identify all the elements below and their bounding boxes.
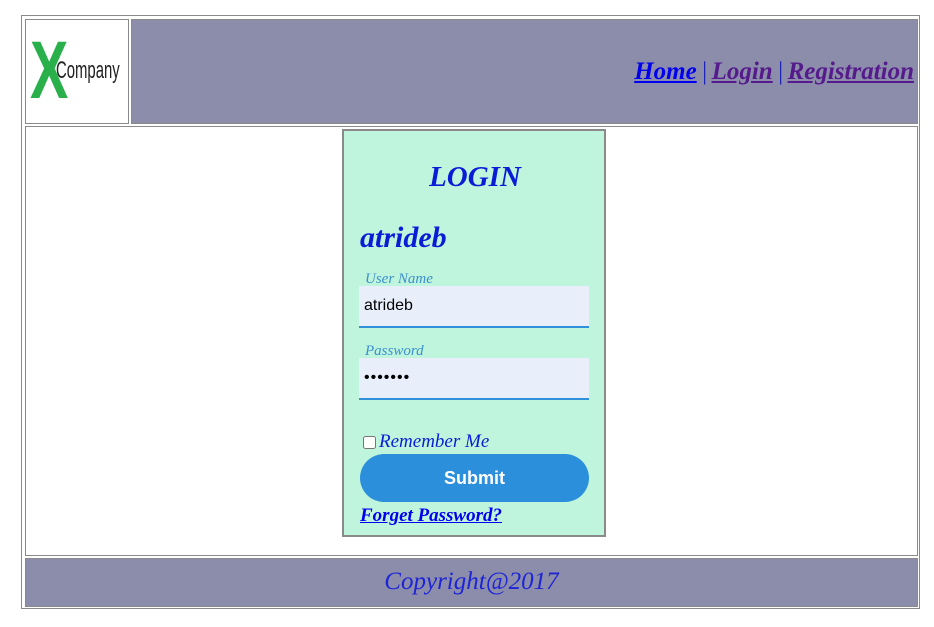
- nav-link-registration[interactable]: Registration: [788, 58, 914, 85]
- username-heading: atrideb: [360, 221, 447, 254]
- password-input[interactable]: [359, 358, 589, 400]
- submit-button[interactable]: Submit: [360, 454, 589, 502]
- page-frame: X Company Home | Login | Registration LOGIN …: [21, 15, 920, 609]
- header-bar: Home | Login | Registration: [131, 19, 918, 124]
- nav-link-home[interactable]: Home: [634, 58, 697, 85]
- remember-me[interactable]: Remember Me: [363, 431, 489, 453]
- remember-me-label: Remember Me: [379, 431, 490, 452]
- nav-separator: |: [776, 58, 784, 85]
- login-panel: LOGIN atrideb User Name Password Remembe…: [342, 129, 606, 537]
- footer-bar: Copyright@2017: [25, 558, 918, 607]
- username-input[interactable]: [359, 286, 589, 328]
- login-title: LOGIN: [429, 161, 521, 193]
- company-logo: X Company: [30, 30, 126, 112]
- nav-link-login[interactable]: Login: [712, 58, 773, 85]
- top-navigation: Home | Login | Registration: [634, 58, 914, 86]
- logo-wordmark: Company: [56, 57, 120, 84]
- remember-me-checkbox[interactable]: [363, 435, 376, 449]
- forgot-password-link[interactable]: Forget Password?: [360, 505, 502, 527]
- main-content: LOGIN atrideb User Name Password Remembe…: [25, 126, 918, 556]
- logo-cell: X Company: [25, 19, 129, 124]
- copyright-text: Copyright@2017: [384, 568, 559, 595]
- nav-separator: |: [700, 58, 708, 85]
